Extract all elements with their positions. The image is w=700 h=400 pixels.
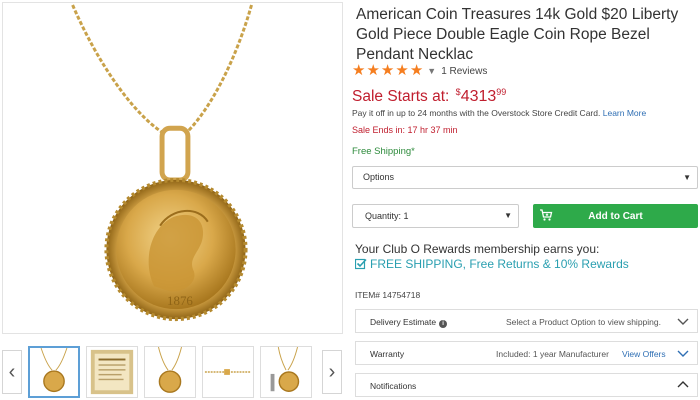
add-to-cart-label: Add to Cart [588,210,643,222]
product-info: American Coin Treasures 14k Gold $20 Lib… [352,0,700,400]
main-product-image[interactable]: 1876 [2,2,343,334]
thumbnail-1[interactable] [28,346,80,398]
quantity-select[interactable]: Quantity: 1 ▼ [352,204,519,228]
price-cents: 99 [496,87,507,97]
star-icon: ★ [395,62,409,79]
coin-pendant-image: 1876 [71,4,253,322]
checkbox-icon [355,258,367,270]
sale-label: Sale Starts at: [352,88,450,105]
chevron-right-icon: › [328,360,336,383]
free-shipping-label[interactable]: Free Shipping* [352,146,415,157]
club-o-offer-label: FREE SHIPPING, Free Returns & 10% Reward… [370,257,629,271]
product-title: American Coin Treasures 14k Gold $20 Lib… [356,6,679,63]
warranty-label: Warranty [370,349,405,359]
product-gallery: 1876 ‹ › [0,0,345,400]
chevron-down-icon [677,350,689,357]
dropdown-arrow-icon: ▼ [683,173,691,182]
club-o-offer[interactable]: FREE SHIPPING, Free Returns & 10% Reward… [355,257,629,271]
thumbnail-3[interactable] [144,346,196,398]
caret-down-icon: ▼ [427,66,437,76]
thumbnail-strip: ‹ › [0,346,345,398]
learn-more-link[interactable]: Learn More [603,108,646,118]
star-icon: ★ [380,62,395,79]
item-number: ITEM# 14754718 [355,290,421,300]
thumbnail-image [204,369,252,375]
financing-text: Pay it off in up to 24 months with the O… [352,108,646,118]
star-icon: ★ [366,62,380,79]
delivery-estimate-label: Delivery Estimate i [370,317,448,328]
reviews-link[interactable]: 1 Reviews [441,66,487,77]
thumbnail-2[interactable] [86,346,138,398]
delivery-estimate-accordion[interactable]: Delivery Estimate i Select a Product Opti… [355,309,698,333]
info-icon[interactable]: i [439,320,448,328]
price-dollars: 4313 [460,88,497,105]
chevron-down-icon [677,318,689,325]
thumbnail-prev-button[interactable]: ‹ [2,350,22,394]
thumbnail-image [90,349,134,395]
chevron-left-icon: ‹ [8,360,16,383]
thumbnail-5[interactable] [260,346,312,398]
star-icon: ★ [409,62,424,79]
delivery-estimate-meta: Select a Product Option to view shipping… [506,317,661,327]
delivery-estimate-text: Delivery Estimate [370,317,437,327]
notifications-accordion[interactable]: Notifications [355,373,698,397]
thumbnail-image [270,347,300,392]
chevron-up-icon [677,381,689,388]
add-to-cart-button[interactable]: Add to Cart [533,204,698,228]
financing-description: Pay it off in up to 24 months with the O… [352,108,601,118]
options-select[interactable]: Options ▼ [352,166,698,189]
view-offers-link[interactable]: View Offers [622,349,666,359]
thumbnail-4[interactable] [202,346,254,398]
star-icon: ★ [352,62,366,79]
sale-ends-timer: Sale Ends in: 17 hr 37 min [352,125,458,135]
thumbnail-image [40,348,68,393]
options-label: Options [363,172,395,182]
notifications-label: Notifications [370,381,417,391]
quantity-label: Quantity: 1 [365,211,409,221]
thumbnail-image [157,347,183,393]
dropdown-arrow-icon: ▼ [504,211,512,220]
club-o-rewards-text: Your Club O Rewards membership earns you… [355,242,600,256]
rating-row[interactable]: ★ ★ ★ ★ ★ ▼ 1 Reviews [352,63,487,79]
sale-price: Sale Starts at: $431399 [352,87,506,106]
cart-icon [540,209,553,221]
svg-text:1876: 1876 [167,293,193,308]
thumbnail-next-button[interactable]: › [322,350,342,394]
warranty-meta: Included: 1 year Manufacturer [496,349,609,359]
warranty-accordion[interactable]: Warranty Included: 1 year Manufacturer V… [355,341,698,365]
